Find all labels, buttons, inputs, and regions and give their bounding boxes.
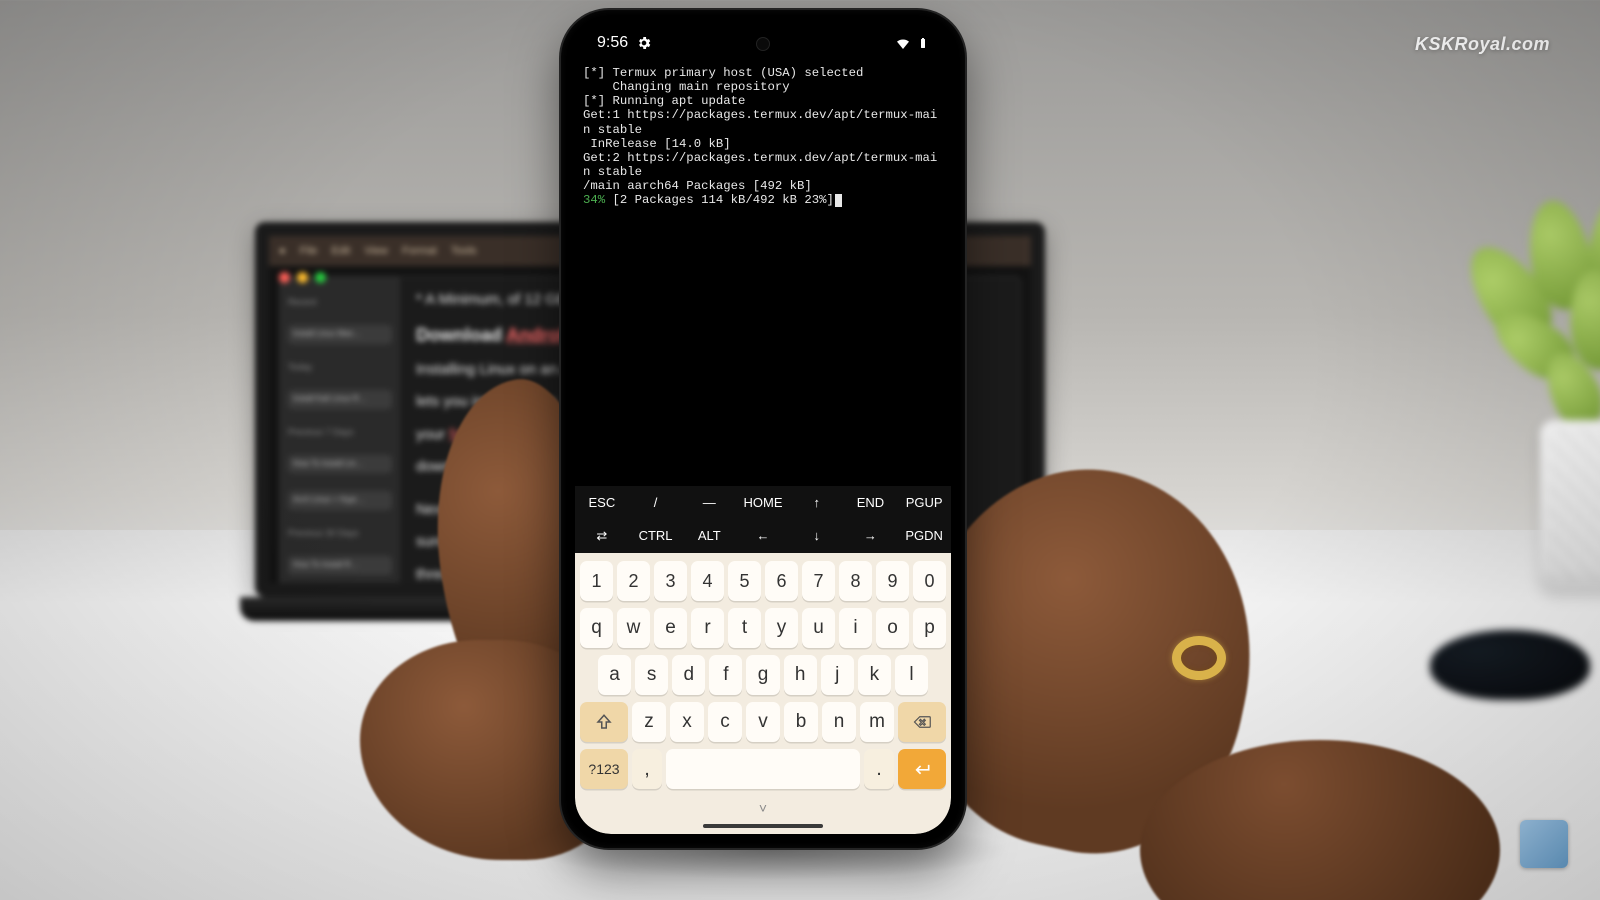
up-arrow-key[interactable]: ↑ <box>790 486 844 519</box>
key-l[interactable]: l <box>895 655 928 695</box>
key-f[interactable]: f <box>709 655 742 695</box>
key-v[interactable]: v <box>746 702 780 742</box>
clock: 9:56 <box>597 34 628 52</box>
comma-key[interactable]: , <box>632 749 662 789</box>
alt-key[interactable]: ALT <box>682 519 736 553</box>
wifi-icon <box>895 35 911 51</box>
key-4[interactable]: 4 <box>691 561 724 601</box>
key-0[interactable]: 0 <box>913 561 946 601</box>
right-arrow-key[interactable]: → <box>844 519 898 553</box>
key-9[interactable]: 9 <box>876 561 909 601</box>
key-e[interactable]: e <box>654 608 687 648</box>
enter-key[interactable] <box>898 749 946 789</box>
end-key[interactable]: END <box>844 486 898 519</box>
key-8[interactable]: 8 <box>839 561 872 601</box>
key-1[interactable]: 1 <box>580 561 613 601</box>
gold-ring <box>1172 636 1226 680</box>
key-6[interactable]: 6 <box>765 561 798 601</box>
key-k[interactable]: k <box>858 655 891 695</box>
shift-icon <box>595 713 613 731</box>
key-p[interactable]: p <box>913 608 946 648</box>
backspace-key[interactable] <box>898 702 946 742</box>
key-d[interactable]: d <box>672 655 705 695</box>
key-r[interactable]: r <box>691 608 724 648</box>
key-s[interactable]: s <box>635 655 668 695</box>
terminal-cursor <box>835 194 842 207</box>
ctrl-key[interactable]: CTRL <box>629 519 683 553</box>
key-j[interactable]: j <box>821 655 854 695</box>
key-y[interactable]: y <box>765 608 798 648</box>
key-2[interactable]: 2 <box>617 561 650 601</box>
soft-keyboard: 1 2 3 4 5 6 7 8 9 0 q w e r t y u i o <box>575 553 951 834</box>
key-n[interactable]: n <box>822 702 856 742</box>
key-m[interactable]: m <box>860 702 894 742</box>
watermark-text: KSKRoyal.com <box>1415 34 1550 55</box>
nav-gesture-pill[interactable] <box>703 824 823 828</box>
termux-extra-keys-row1: ESC / — HOME ↑ END PGUP <box>575 486 951 519</box>
symbols-key[interactable]: ?123 <box>580 749 628 789</box>
battery-icon <box>917 35 929 51</box>
tab-key[interactable]: ⇄ <box>575 519 629 553</box>
home-key[interactable]: HOME <box>736 486 790 519</box>
key-z[interactable]: z <box>632 702 666 742</box>
pgdn-key[interactable]: PGDN <box>897 519 951 553</box>
android-phone: 9:56 [*] Termux primary host (USA) selec… <box>561 10 965 848</box>
left-arrow-key[interactable]: ← <box>736 519 790 553</box>
termux-extra-keys-row2: ⇄ CTRL ALT ← ↓ → PGDN <box>575 519 951 553</box>
key-o[interactable]: o <box>876 608 909 648</box>
esc-key[interactable]: ESC <box>575 486 629 519</box>
key-c[interactable]: c <box>708 702 742 742</box>
key-q[interactable]: q <box>580 608 613 648</box>
mouse-blurred <box>1430 630 1590 700</box>
camera-punch-hole <box>756 37 770 51</box>
termux-terminal[interactable]: [*] Termux primary host (USA) selected C… <box>575 62 951 486</box>
space-key[interactable] <box>666 749 860 789</box>
key-u[interactable]: u <box>802 608 835 648</box>
collapse-keyboard-chevron[interactable]: ˅ <box>580 796 946 818</box>
dash-key[interactable]: — <box>682 486 736 519</box>
backspace-icon <box>913 713 931 731</box>
key-x[interactable]: x <box>670 702 704 742</box>
key-3[interactable]: 3 <box>654 561 687 601</box>
key-t[interactable]: t <box>728 608 761 648</box>
slash-key[interactable]: / <box>629 486 683 519</box>
key-a[interactable]: a <box>598 655 631 695</box>
gear-icon <box>636 35 652 51</box>
period-key[interactable]: . <box>864 749 894 789</box>
shift-key[interactable] <box>580 702 628 742</box>
key-7[interactable]: 7 <box>802 561 835 601</box>
pgup-key[interactable]: PGUP <box>897 486 951 519</box>
key-i[interactable]: i <box>839 608 872 648</box>
key-b[interactable]: b <box>784 702 818 742</box>
channel-avatar-badge <box>1520 820 1568 868</box>
down-arrow-key[interactable]: ↓ <box>790 519 844 553</box>
key-w[interactable]: w <box>617 608 650 648</box>
key-5[interactable]: 5 <box>728 561 761 601</box>
key-h[interactable]: h <box>784 655 817 695</box>
enter-icon <box>912 759 932 779</box>
key-g[interactable]: g <box>746 655 779 695</box>
